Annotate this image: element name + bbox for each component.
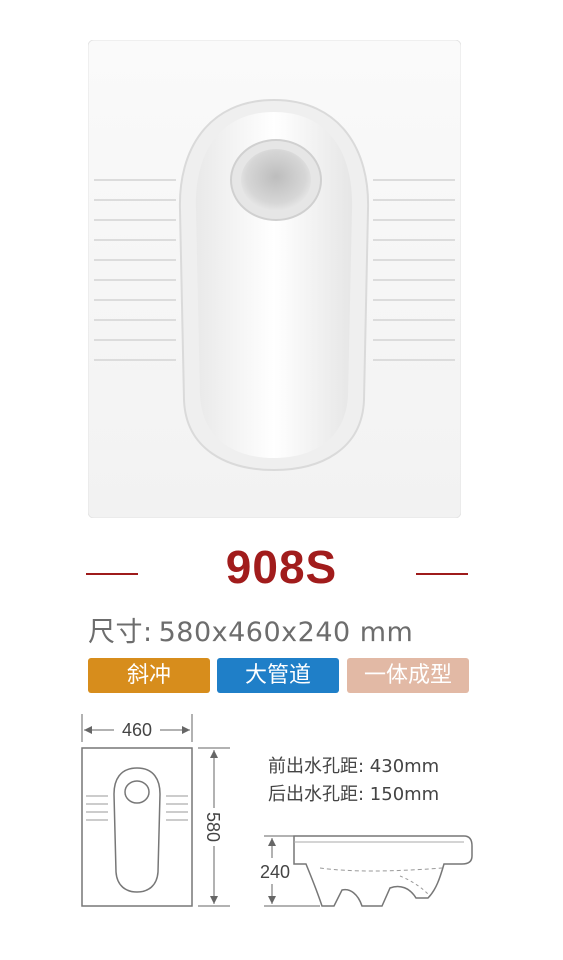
side-view-drawing: 240 <box>260 835 473 907</box>
length-dimension: 580 <box>203 812 223 842</box>
rear-outlet-distance: 后出水孔距: 150mm <box>268 784 440 805</box>
model-title: 908S <box>225 541 338 593</box>
tag-large-pipe: 大管道 <box>217 658 339 693</box>
size-row: 尺寸: 580x460x240 mm <box>88 610 413 649</box>
height-dimension: 240 <box>260 862 290 882</box>
front-outlet-distance: 前出水孔距: 430mm <box>268 756 440 777</box>
top-view-drawing: 460 580 <box>81 714 230 907</box>
tag-one-piece: 一体成型 <box>347 658 469 693</box>
size-value: 580x460x240 mm <box>158 617 414 648</box>
product-photo <box>88 40 461 518</box>
tag-slant-flush: 斜冲 <box>88 658 210 693</box>
width-dimension: 460 <box>122 720 152 740</box>
size-label: 尺寸: <box>88 617 153 648</box>
